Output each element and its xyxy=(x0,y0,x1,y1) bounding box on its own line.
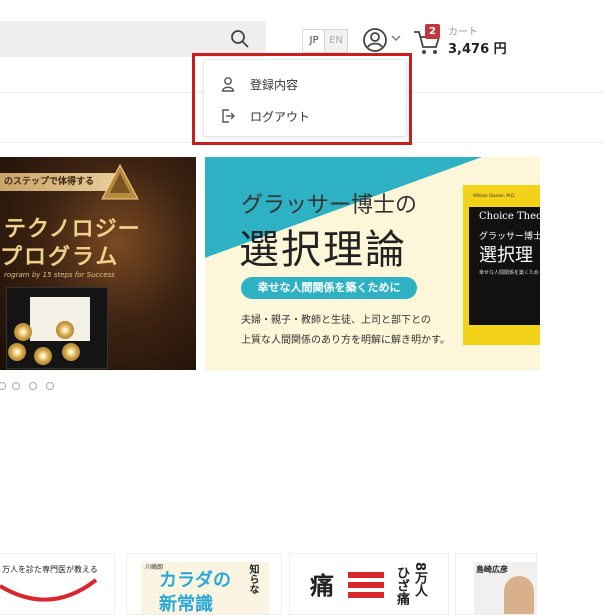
book-cover-text: 痛 xyxy=(310,572,334,600)
banner-desc-line2: 上質な人間関係のあり方を明解に解き明かす。 xyxy=(241,335,450,346)
book-cover-text: 知らな xyxy=(247,564,258,594)
banner-title-small: グラッサー博士の xyxy=(241,193,418,218)
book-card[interactable]: 川嶋朗 カラダの 新常識 知らな xyxy=(126,553,282,615)
book-cover-image: 痛 8万人 ひざ痛 xyxy=(306,562,434,614)
lang-en-button[interactable]: EN xyxy=(324,29,348,53)
book-cover-text: 8万人 xyxy=(412,562,427,598)
search-input[interactable] xyxy=(0,21,266,57)
disc-image xyxy=(14,323,32,341)
cart-total[interactable]: 3,476 円 xyxy=(448,38,507,57)
carousel-dot[interactable] xyxy=(12,382,20,390)
search-icon[interactable] xyxy=(230,29,250,49)
author-photo xyxy=(504,576,534,614)
banner-pill: 幸せな人間関係を築くために xyxy=(241,277,417,299)
book-cover-image: William Glasser, M.D. Choice Theo グラッサー博… xyxy=(463,185,540,345)
book-cover-text: 新常識 xyxy=(159,594,213,614)
disc-image xyxy=(56,321,74,339)
book-cover-text: 万人を診た専門医が教える xyxy=(2,565,98,574)
pyramid-logo-icon xyxy=(101,163,139,200)
book-author: William Glasser, M.D. xyxy=(473,193,516,198)
banner-desc-line1: 夫婦・親子・教師と生徒、上司と部下との xyxy=(241,315,431,326)
banner-technology-program[interactable]: のステップで体得する テクノロジー プログラム rogram by 15 ste… xyxy=(0,157,196,370)
book-cover-image: 川嶋朗 カラダの 新常識 知らな xyxy=(141,562,269,614)
disc-image xyxy=(62,343,80,361)
banner-title-line2: プログラム xyxy=(0,244,120,270)
book-card[interactable]: 万人を診た専門医が教える xyxy=(0,553,115,615)
highlight-box xyxy=(192,53,412,145)
cart-count-badge: 2 xyxy=(425,24,440,39)
book-cover-text: ひざ痛 xyxy=(394,566,409,605)
banner-choice-theory[interactable]: グラッサー博士の 選択理論 幸せな人間関係を築くために 夫婦・親子・教師と生徒、… xyxy=(205,157,540,370)
decoration-icon xyxy=(0,578,98,602)
book-author: 島崎広彦 xyxy=(476,565,508,574)
chevron-down-icon[interactable] xyxy=(390,33,402,43)
book-card[interactable]: 痛 8万人 ひざ痛 xyxy=(289,553,449,615)
carousel-dot[interactable] xyxy=(0,382,6,390)
book-cover-image: 島崎広彦 xyxy=(474,562,536,614)
cart-label[interactable]: カート xyxy=(448,23,478,38)
book-cover-image: 万人を診た専門医が教える xyxy=(0,562,100,614)
book-card[interactable]: 島崎広彦 xyxy=(455,553,537,615)
banner-subtitle: rogram by 15 steps for Success xyxy=(4,271,115,279)
book-cover-inner: Choice Theo グラッサー博士 選択理 幸せな人間関係を築くため xyxy=(469,207,540,325)
lang-jp-button[interactable]: JP xyxy=(302,29,325,53)
book-cover-badge xyxy=(348,568,384,614)
book-cover-text: カラダの xyxy=(159,570,231,591)
book-title-en: Choice Theo xyxy=(479,211,540,222)
banner-title-large: 選択理論 xyxy=(239,227,407,273)
book-subtitle: 幸せな人間関係を築くため xyxy=(479,270,540,276)
book-title-jp2: 選択理 xyxy=(479,245,533,266)
carousel-dot[interactable] xyxy=(29,382,37,390)
disc-image xyxy=(8,343,26,361)
carousel-dot[interactable] xyxy=(46,382,54,390)
disc-image xyxy=(34,347,52,365)
account-icon[interactable] xyxy=(362,27,388,53)
